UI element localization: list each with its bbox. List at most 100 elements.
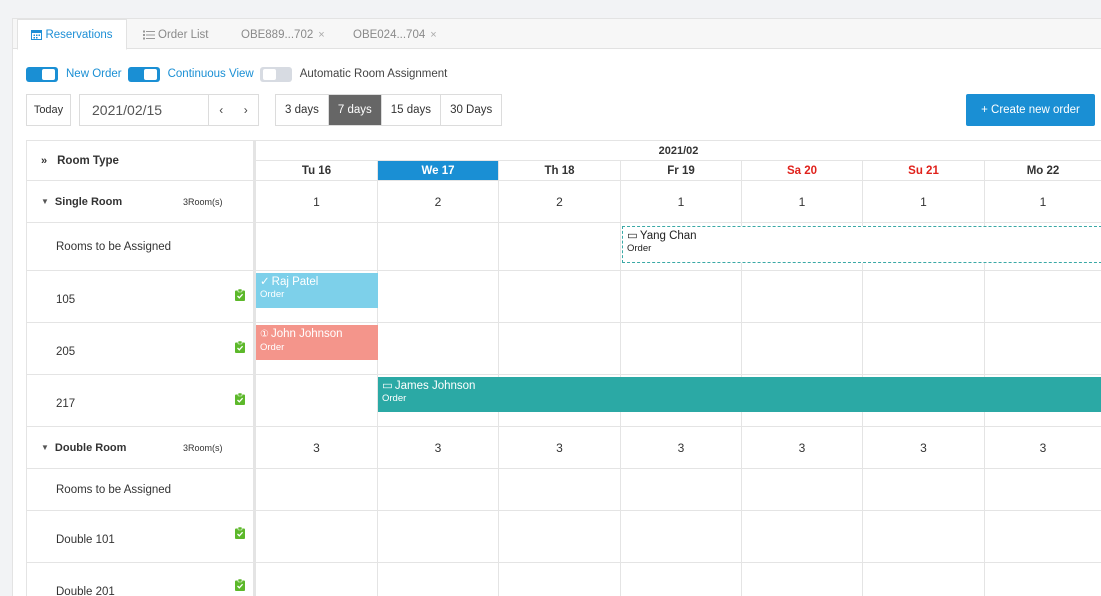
day-header-today: We 17: [378, 161, 499, 181]
grid-cell[interactable]: [256, 375, 378, 427]
grid-cell[interactable]: [256, 563, 378, 596]
grid-cell[interactable]: [863, 469, 985, 511]
calendar-icon: [31, 29, 43, 40]
create-order-button[interactable]: + Create new order: [966, 94, 1095, 126]
availability-cell: 3: [621, 427, 742, 469]
chevron-right-icon[interactable]: ›: [244, 103, 248, 117]
grid-cell[interactable]: [499, 563, 621, 596]
auto-assign-label: Automatic Room Assignment: [299, 68, 448, 80]
close-icon[interactable]: ×: [318, 29, 324, 41]
new-order-toggle[interactable]: [26, 66, 58, 82]
range-30-days[interactable]: 30 Days: [441, 95, 501, 125]
range-15-days[interactable]: 15 days: [382, 95, 442, 125]
room-type-double[interactable]: ▼ Double Room 3Room(s): [27, 427, 254, 469]
grid-cell[interactable]: [742, 271, 863, 323]
range-selector: 3 days 7 days 15 days 30 Days: [275, 94, 503, 126]
room-row-label: 205: [27, 323, 254, 375]
room-type-header[interactable]: » Room Type: [27, 141, 254, 181]
grid-cell[interactable]: [378, 271, 499, 323]
grid-cell[interactable]: [742, 323, 863, 375]
grid-cell[interactable]: [863, 511, 985, 563]
reservation-james-johnson[interactable]: ▭ James Johnson Order: [378, 377, 1101, 412]
availability-cell: 1: [985, 181, 1101, 223]
date-input[interactable]: 2021/02/15: [79, 94, 209, 126]
availability-cell: 3: [378, 427, 499, 469]
caret-down-icon[interactable]: ▼: [41, 443, 49, 452]
grid-cell[interactable]: [985, 323, 1101, 375]
room-number: 217: [56, 397, 76, 410]
clean-status-icon: [235, 527, 245, 539]
tab-order-1[interactable]: OBE889...702 ×: [241, 19, 325, 50]
availability-cell: 3: [742, 427, 863, 469]
unassigned-row-label: Rooms to be Assigned: [27, 469, 254, 511]
grid-cell[interactable]: [863, 323, 985, 375]
room-number: Double 101: [56, 533, 115, 546]
room-row-label: Double 101: [27, 511, 254, 563]
guest-name: Raj Patel: [271, 276, 319, 288]
room-type-single[interactable]: ▼ Single Room 3Room(s): [27, 181, 254, 223]
today-button[interactable]: Today: [26, 94, 71, 126]
reservation-john-johnson[interactable]: ① John Johnson Order: [256, 325, 378, 360]
grid-cell[interactable]: [742, 469, 863, 511]
clean-status-icon: [235, 579, 245, 591]
tab-order-2[interactable]: OBE024...704 ×: [353, 19, 437, 50]
availability-cell: 3: [985, 427, 1101, 469]
room-type-name: Double Room: [54, 441, 127, 454]
day-header: Mo 22: [985, 161, 1101, 181]
calendar-grid: » Room Type 2021/02 Tu 16 We 17 Th 18 Fr…: [26, 140, 1101, 596]
day-header: Th 18: [499, 161, 621, 181]
grid-cell[interactable]: [985, 469, 1101, 511]
grid-cell[interactable]: [621, 271, 742, 323]
collapse-all-icon[interactable]: »: [41, 155, 47, 167]
grid-cell[interactable]: [742, 563, 863, 596]
grid-cell[interactable]: [378, 223, 499, 271]
grid-cell[interactable]: [621, 511, 742, 563]
grid-cell[interactable]: [499, 511, 621, 563]
grid-cell[interactable]: [499, 271, 621, 323]
grid-cell[interactable]: [378, 323, 499, 375]
tab-reservations[interactable]: Reservations: [17, 19, 127, 50]
room-type-name: Single Room: [54, 195, 123, 208]
availability-cell: 1: [742, 181, 863, 223]
guest-name: James Johnson: [394, 380, 476, 392]
grid-cell[interactable]: [499, 223, 621, 271]
room-number: 105: [56, 293, 76, 306]
column-separator: [254, 141, 256, 596]
clean-status-icon: [235, 341, 245, 353]
clean-status-icon: [235, 289, 245, 301]
availability-cell: 1: [256, 181, 378, 223]
grid-cell[interactable]: [378, 469, 499, 511]
range-3-days[interactable]: 3 days: [276, 95, 329, 125]
availability-cell: 3: [499, 427, 621, 469]
close-icon[interactable]: ×: [430, 29, 436, 41]
reservation-raj-patel[interactable]: ✓ Raj Patel Order: [256, 273, 378, 308]
grid-cell[interactable]: [256, 223, 378, 271]
range-7-days[interactable]: 7 days: [328, 95, 382, 125]
grid-cell[interactable]: [985, 271, 1101, 323]
reservation-yang-chan[interactable]: ▭ Yang Chan Order: [622, 226, 1101, 263]
grid-cell[interactable]: [621, 469, 742, 511]
day-header: Fr 19: [621, 161, 742, 181]
grid-cell[interactable]: [985, 563, 1101, 596]
grid-cell[interactable]: [499, 469, 621, 511]
day-header-weekend: Su 21: [863, 161, 985, 181]
auto-assign-toggle[interactable]: [259, 66, 292, 82]
grid-cell[interactable]: [256, 511, 378, 563]
view-toggles: New Order Continuous View Automatic Room…: [26, 66, 453, 82]
availability-cell: 1: [863, 181, 985, 223]
grid-cell[interactable]: [499, 323, 621, 375]
grid-cell[interactable]: [256, 469, 378, 511]
grid-cell[interactable]: [378, 563, 499, 596]
grid-cell[interactable]: [621, 323, 742, 375]
grid-cell[interactable]: [378, 511, 499, 563]
grid-cell[interactable]: [863, 271, 985, 323]
caret-down-icon[interactable]: ▼: [41, 197, 49, 206]
grid-cell[interactable]: [863, 563, 985, 596]
grid-cell[interactable]: [621, 563, 742, 596]
grid-cell[interactable]: [742, 511, 863, 563]
availability-cell: 3: [256, 427, 378, 469]
tab-order-list[interactable]: Order List: [143, 19, 209, 50]
continuous-view-toggle[interactable]: [127, 66, 160, 82]
grid-cell[interactable]: [985, 511, 1101, 563]
chevron-left-icon[interactable]: ‹: [219, 103, 223, 117]
